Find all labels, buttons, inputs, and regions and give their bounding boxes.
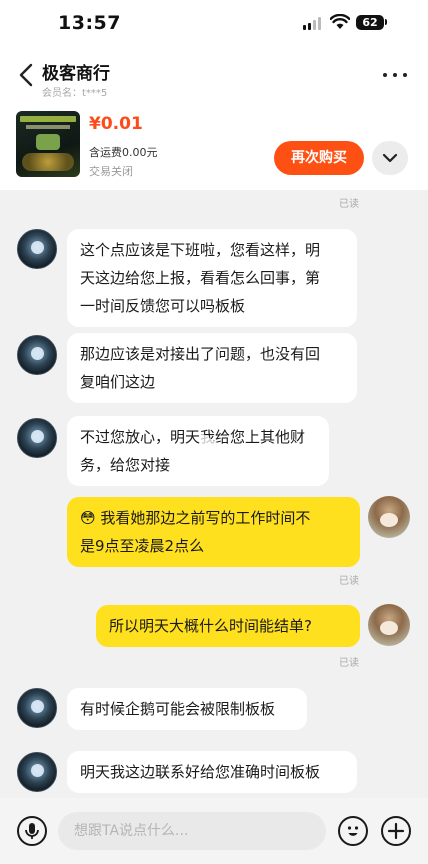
read-receipt: 已读 — [339, 199, 359, 210]
message-bubble: 明天我这边联系好给您准确时间板板 — [67, 751, 357, 793]
plus-button[interactable] — [381, 816, 411, 846]
avatar[interactable] — [17, 688, 57, 728]
voice-button[interactable] — [17, 816, 47, 846]
avatar[interactable] — [368, 496, 410, 538]
expand-button[interactable] — [372, 141, 408, 175]
avatar[interactable] — [17, 418, 57, 458]
product-thumbnail[interactable] — [16, 111, 80, 177]
message-line: 有时候企鹅可能会被限制板板 — [80, 700, 276, 718]
flushed-emoji-icon: 😳 — [80, 509, 96, 527]
chat-header: 极客商行 会员名：t***5 — [0, 48, 428, 102]
message-line: 一时间反馈您可以吗板板 — [80, 297, 246, 315]
message-line: 这个点应该是下班啦，您看这样，明 — [80, 241, 321, 259]
message-line: 😳 我看她那边之前写的工作时间不 — [80, 509, 311, 527]
input-bar — [0, 798, 428, 864]
message-line: 那边应该是对接出了问题，也没有回 — [80, 345, 321, 363]
message-line: 复咱们这边 — [80, 373, 156, 391]
wifi-icon — [330, 14, 350, 29]
play-icon[interactable] — [184, 424, 242, 482]
message-line: 天这边给您上报，看看怎么回事，第 — [80, 269, 321, 287]
voice-icon — [25, 823, 39, 839]
plus-icon — [387, 822, 405, 840]
avatar[interactable] — [17, 335, 57, 375]
message-bubble: 😳 我看她那边之前写的工作时间不 是9点至凌晨2点么 — [67, 497, 360, 567]
emoji-icon — [347, 826, 359, 836]
message-input[interactable] — [58, 812, 326, 850]
order-card[interactable]: ¥0.01 含运费0.00元 交易关闭 再次购买 — [0, 102, 428, 190]
avatar[interactable] — [17, 752, 57, 792]
back-chevron-icon[interactable] — [16, 62, 38, 88]
message-bubble: 这个点应该是下班啦，您看这样，明 天这边给您上报，看看怎么回事，第 一时间反馈您… — [67, 229, 357, 327]
message-bubble: 那边应该是对接出了问题，也没有回 复咱们这边 — [67, 333, 357, 403]
message-line: 是9点至凌晨2点么 — [80, 537, 205, 555]
read-receipt: 已读 — [339, 576, 359, 587]
rebuy-button[interactable]: 再次购买 — [274, 141, 364, 175]
avatar[interactable] — [368, 604, 410, 646]
read-receipt: 已读 — [339, 658, 359, 669]
signal-icon — [303, 17, 323, 30]
message-bubble: 有时候企鹅可能会被限制板板 — [67, 688, 307, 730]
battery-cap — [385, 19, 387, 25]
home-indicator — [0, 858, 428, 864]
trade-status: 交易关闭 — [89, 165, 133, 178]
status-time: 13:57 — [58, 12, 121, 34]
message-line: 明天我这边联系好给您准确时间板板 — [80, 763, 321, 781]
more-icon[interactable] — [382, 68, 408, 82]
emoji-button[interactable] — [338, 816, 368, 846]
message-bubble: 所以明天大概什么时间能结单? — [96, 605, 360, 647]
avatar[interactable] — [17, 229, 57, 269]
status-bar: 13:57 62 — [0, 0, 428, 48]
shop-name[interactable]: 极客商行 — [42, 59, 110, 84]
shipping-fee: 含运费0.00元 — [89, 146, 158, 159]
chevron-down-icon — [382, 153, 398, 163]
member-name: 会员名：t***5 — [42, 88, 108, 99]
message-line: 所以明天大概什么时间能结单? — [109, 617, 312, 635]
order-price: ¥0.01 — [89, 114, 143, 134]
battery-icon: 62 — [356, 15, 384, 30]
